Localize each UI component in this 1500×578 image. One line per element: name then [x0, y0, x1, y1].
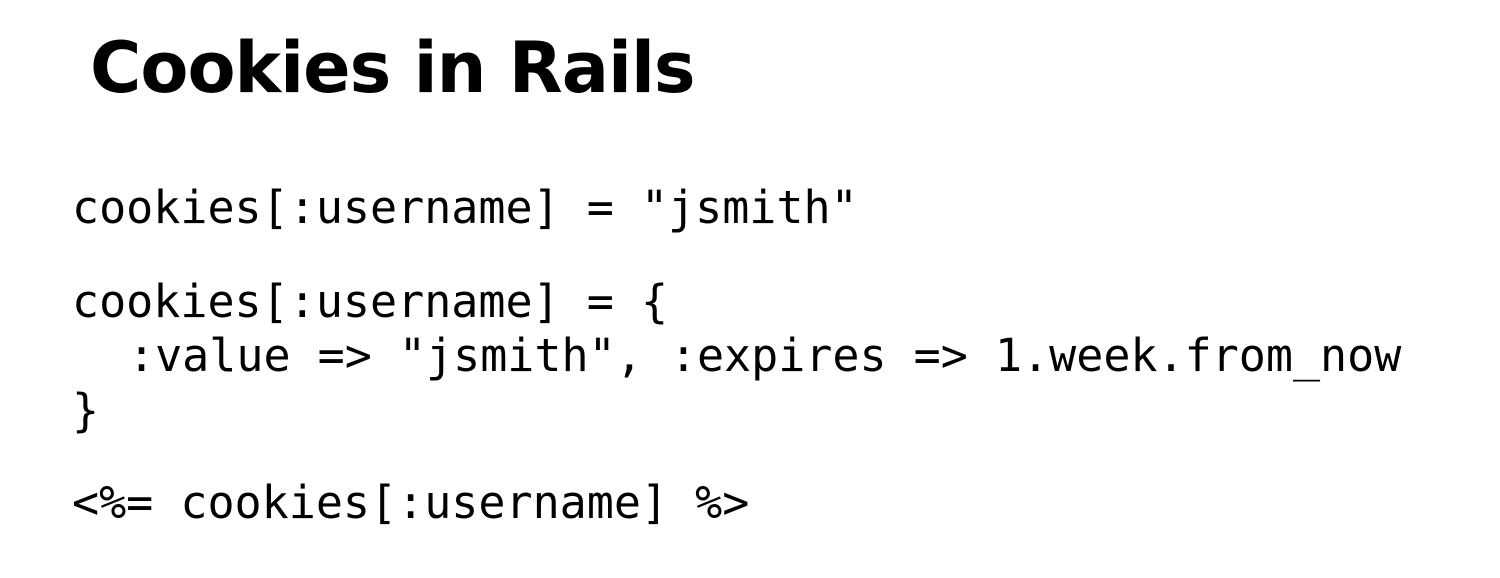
slide: Cookies in Rails cookies[:username] = "j… — [0, 0, 1500, 578]
code-line-hash-close: } — [72, 384, 100, 437]
slide-title: Cookies in Rails — [90, 27, 696, 109]
code-line-hash-open: cookies[:username] = { — [72, 275, 669, 328]
code-line-cookie-assignment: cookies[:username] = "jsmith" — [72, 181, 858, 234]
code-line-hash-options: :value => "jsmith", :expires => 1.week.f… — [128, 329, 1402, 382]
code-line-erb-output: <%= cookies[:username] %> — [72, 476, 750, 529]
